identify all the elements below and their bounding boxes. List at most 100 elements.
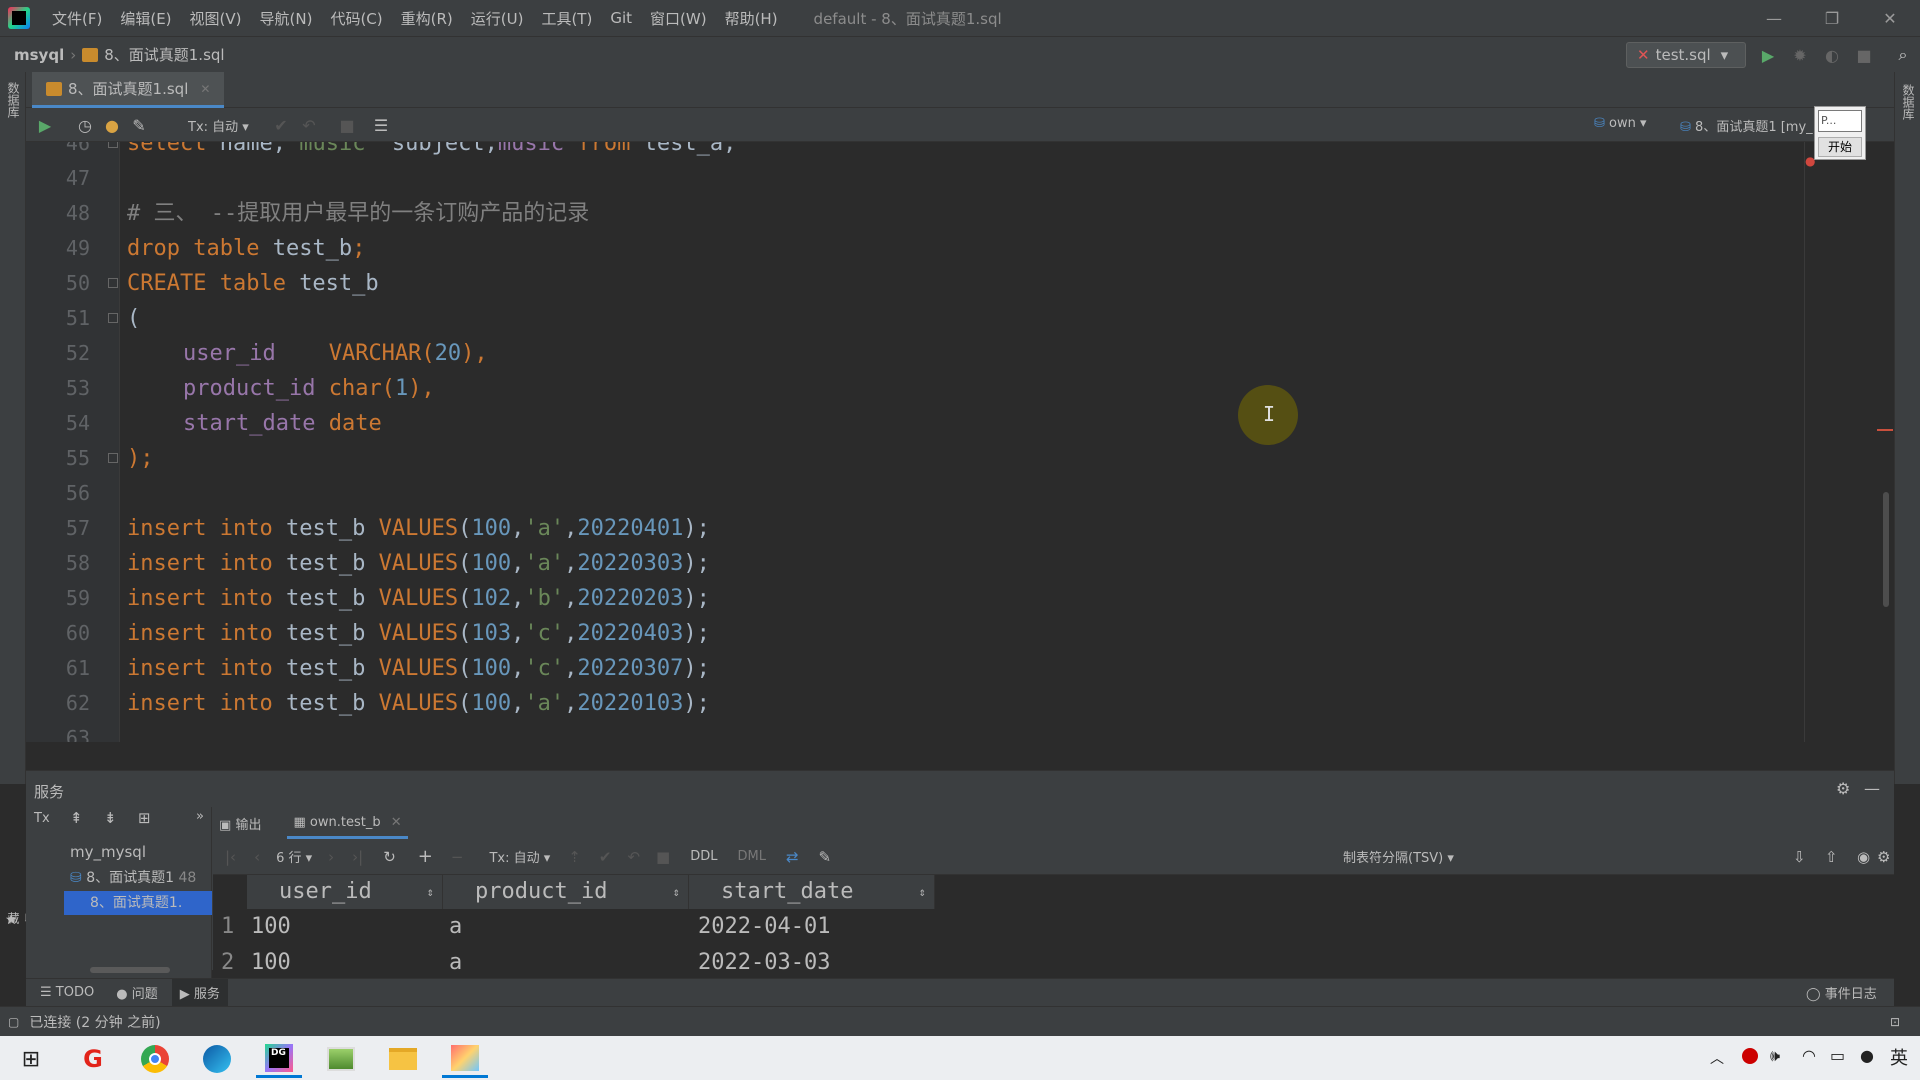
minimize-icon[interactable]: — [1745, 0, 1803, 36]
editor-scroll-gutter[interactable]: ● [1804, 142, 1894, 742]
code-line[interactable]: insert into test_b VALUES(102,'b',202202… [127, 581, 710, 616]
ime-indicator[interactable]: 英 [1890, 1044, 1908, 1070]
tree-session[interactable]: ⛁ 8、面试真题1 48 [70, 867, 196, 887]
network-icon[interactable]: ◠ [1802, 1046, 1816, 1065]
menu-run[interactable]: 运行(U) [471, 8, 524, 29]
code-line[interactable]: insert into test_b VALUES(103,'c',202204… [127, 616, 710, 651]
breadcrumb-file[interactable]: 8、面试真题1.sql [104, 44, 224, 65]
expand-all-icon[interactable]: ⇞ [70, 809, 83, 827]
menu-view[interactable]: 视图(V) [190, 8, 242, 29]
favorites-star-icon[interactable]: ★ [5, 910, 21, 970]
fold-marker-icon[interactable] [108, 278, 118, 288]
tree-root[interactable]: my_mysql [70, 843, 146, 861]
table-cell[interactable]: a [449, 909, 462, 945]
chrome-icon[interactable] [132, 1040, 178, 1078]
column-header-product-id[interactable]: product_id ⇕ [443, 875, 689, 909]
cancel-icon[interactable]: ■ [656, 848, 670, 866]
refresh-icon[interactable]: ↻ [383, 848, 396, 866]
download-icon[interactable]: ⇩ [1793, 848, 1806, 866]
menu-code[interactable]: 代码(C) [330, 8, 382, 29]
table-cell[interactable]: 100 [251, 945, 291, 981]
tree-console[interactable]: 8、面试真题1. [64, 891, 212, 915]
restore-icon[interactable]: ❐ [1803, 0, 1861, 36]
app-g-icon[interactable]: G [70, 1040, 116, 1078]
status-window-icon[interactable]: ▢ [8, 1015, 19, 1029]
stop-icon[interactable]: ■ [1853, 44, 1875, 66]
code-editor[interactable]: 46 47 48 49 50 51 52 53 54 55 56 57 58 59 60 61 62 63 sel… [26, 142, 1804, 742]
pin-icon[interactable]: ✎ [819, 848, 832, 866]
result-table-tab[interactable]: ▦ own.test_b ✕ [287, 807, 408, 839]
code-line[interactable]: insert into test_b VALUES(100,'a',202201… [127, 686, 710, 721]
settings-wrench-icon[interactable]: ✎ [128, 114, 150, 136]
cancel-icon[interactable]: ■ [336, 114, 358, 136]
todo-tab[interactable]: ☰ TODO [40, 985, 94, 1000]
commit-icon[interactable]: ✔ [599, 848, 612, 866]
datagrip-taskbar-icon[interactable]: DG [256, 1040, 302, 1078]
fold-marker-icon[interactable] [108, 453, 118, 463]
code-line[interactable]: ( [127, 301, 140, 336]
services-tab[interactable]: ▶ 服务 [171, 979, 228, 1006]
file-explorer-icon[interactable] [380, 1040, 426, 1078]
breadcrumb-project[interactable]: msyql [14, 46, 64, 64]
fold-marker-icon[interactable] [108, 313, 118, 323]
tree-scrollbar[interactable] [90, 967, 170, 973]
error-marker[interactable] [1877, 429, 1893, 431]
close-tab-icon[interactable]: ✕ [200, 82, 210, 96]
menu-tools[interactable]: 工具(T) [541, 8, 592, 29]
prev-page-icon[interactable]: ‹ [254, 848, 260, 866]
rollback-icon[interactable]: ↶ [298, 114, 320, 136]
code-line[interactable]: # 三、 --提取用户最早的一条订购产品的记录 [127, 196, 589, 231]
first-page-icon[interactable]: |‹ [225, 848, 236, 866]
code-line[interactable]: insert into test_b VALUES(100,'c',202203… [127, 651, 710, 686]
code-line[interactable]: insert into test_b VALUES(100,'a',202203… [127, 546, 710, 581]
column-header-start-date[interactable]: start_date ⇕ [689, 875, 935, 909]
tray-chevron-icon[interactable]: ︿ [1710, 1048, 1724, 1068]
group-icon[interactable]: ⊞ [138, 809, 151, 827]
output-tab[interactable]: ▣ 输出 [219, 814, 261, 833]
submit-icon[interactable]: ⇡ [568, 848, 581, 866]
code-line[interactable]: user_id VARCHAR(20), [183, 336, 488, 371]
edge-icon[interactable] [194, 1040, 240, 1078]
run-icon[interactable]: ▶ [1757, 44, 1779, 66]
menu-file[interactable]: 文件(F) [52, 8, 102, 29]
lock-icon[interactable]: ⊡ [1890, 1015, 1900, 1029]
hide-panel-icon[interactable]: — [1864, 779, 1880, 798]
battery-icon[interactable]: ▭ [1830, 1046, 1845, 1065]
tx-mode-dropdown[interactable]: Tx: 自动 ▾ [188, 116, 249, 135]
microphone-icon[interactable]: ● [1860, 1046, 1874, 1065]
image-viewer-icon[interactable] [318, 1040, 364, 1078]
close-icon[interactable]: ✕ [1861, 0, 1919, 36]
ddl-button[interactable]: DDL [690, 849, 717, 864]
more-icon[interactable]: » [196, 809, 204, 824]
debug-icon[interactable]: ✹ [1789, 44, 1811, 66]
code-line[interactable]: product_id char(1), [183, 371, 435, 406]
database-right-tab[interactable]: 数据库 [1900, 84, 1917, 120]
windows-start-icon[interactable]: ⊞ [8, 1040, 54, 1078]
result-tx-dropdown[interactable]: Tx: 自动 ▾ [489, 847, 550, 866]
export-format-dropdown[interactable]: 制表符分隔(TSV) ▾ [1343, 847, 1454, 866]
column-header-user-id[interactable]: user_id ⇕ [247, 875, 443, 909]
table-cell[interactable]: 100 [251, 909, 291, 945]
commit-icon[interactable]: ✔ [270, 114, 292, 136]
code-line[interactable]: start_date date [183, 406, 382, 441]
last-page-icon[interactable]: ›| [352, 848, 363, 866]
event-log-tab[interactable]: ◯ 事件日志 [1806, 983, 1877, 1002]
code-line[interactable]: CREATE table test_b [127, 266, 379, 301]
dml-button[interactable]: DML [737, 849, 765, 864]
result-grid[interactable]: user_id ⇕ product_id ⇕ start_date ⇕ 1 100 a… [213, 875, 1894, 981]
menu-help[interactable]: 帮助(H) [725, 8, 778, 29]
popup-start-button[interactable]: 开始 [1818, 137, 1862, 157]
popup-input[interactable]: P... [1818, 110, 1862, 132]
next-page-icon[interactable]: › [328, 848, 334, 866]
table-cell[interactable]: 2022-04-01 [698, 909, 830, 945]
menu-navigate[interactable]: 导航(N) [260, 8, 313, 29]
collapse-all-icon[interactable]: ⇟ [104, 809, 117, 827]
compare-icon[interactable]: ⇄ [786, 848, 799, 866]
profile-icon[interactable]: ● [101, 114, 123, 136]
paint-icon[interactable] [442, 1040, 488, 1078]
coverage-icon[interactable]: ◐ [1821, 44, 1843, 66]
menu-edit[interactable]: 编辑(E) [120, 8, 171, 29]
session-dropdown[interactable]: ⛁ 8、面试真题1 [my_... [1680, 116, 1825, 135]
code-line[interactable]: ); [127, 441, 154, 476]
record-icon[interactable] [1742, 1048, 1758, 1064]
